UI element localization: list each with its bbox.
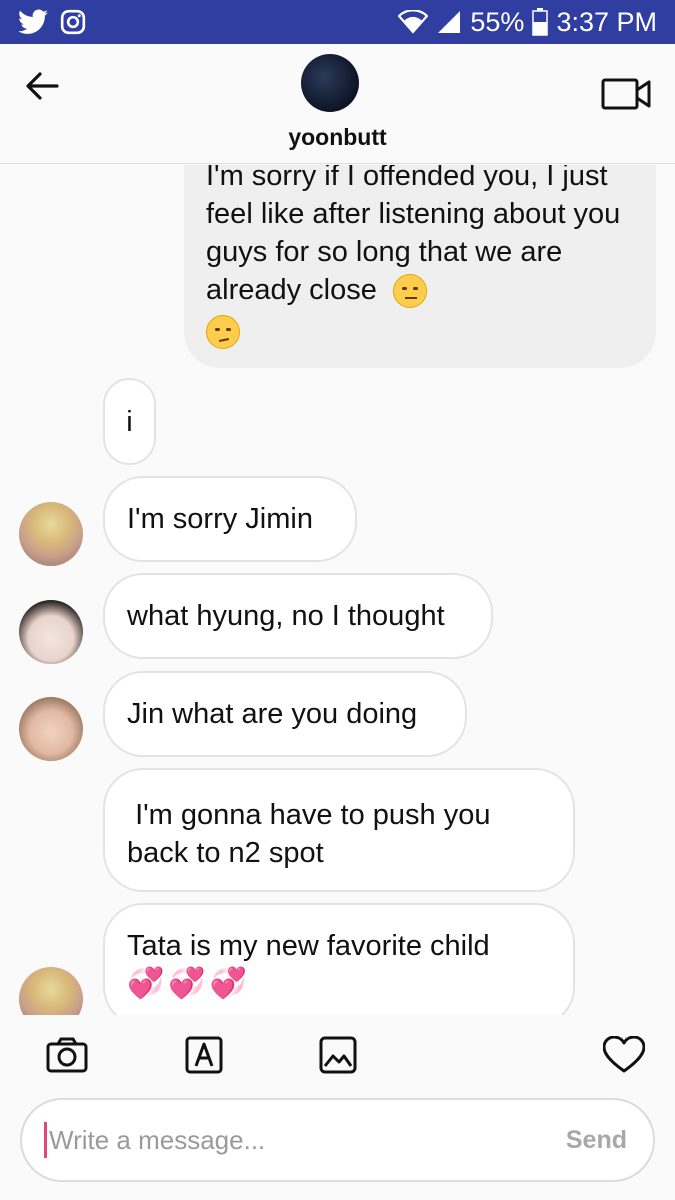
sender-avatar[interactable]	[19, 967, 83, 1015]
message-bubble-incoming[interactable]: Jin what are you doing	[103, 671, 467, 757]
status-bar-right: 55% 3:37 PM	[398, 7, 657, 38]
message-composer: Send	[20, 1098, 655, 1182]
back-arrow-icon	[26, 72, 59, 100]
camera-icon	[46, 1037, 88, 1073]
status-bar-left	[18, 9, 86, 35]
message-text: I'm sorry Jimin	[127, 503, 313, 535]
message-thread[interactable]: I'm sorry if I offended you, I just feel…	[0, 165, 675, 1015]
message-text: Tata is my new favorite child	[127, 930, 490, 962]
sender-avatar[interactable]	[19, 600, 83, 664]
cell-signal-icon	[436, 9, 462, 35]
pensive-face-emoji	[392, 274, 427, 309]
two-hearts-emoji: 💞	[127, 967, 165, 1000]
message-bubble-incoming[interactable]: i	[103, 378, 156, 465]
conversation-avatar[interactable]	[301, 54, 359, 112]
camera-button[interactable]	[45, 1035, 89, 1075]
twitter-icon	[18, 9, 48, 35]
message-bubble-incoming[interactable]: I'm sorry Jimin	[103, 476, 357, 562]
sticker-icon	[185, 1036, 223, 1074]
message-bubble-outgoing[interactable]: I'm sorry if I offended you, I just feel…	[184, 165, 656, 368]
message-input[interactable]	[49, 1124, 566, 1156]
text-cursor	[44, 1122, 47, 1158]
status-time: 3:37 PM	[556, 6, 657, 37]
video-call-button[interactable]	[600, 76, 652, 112]
video-camera-icon	[601, 78, 651, 110]
send-button[interactable]: Send	[566, 1126, 627, 1155]
battery-percent: 55%	[470, 6, 525, 37]
composer-toolbar	[0, 1015, 675, 1095]
gallery-button[interactable]	[316, 1035, 360, 1075]
wifi-icon	[398, 10, 429, 34]
worried-face-emoji	[206, 315, 240, 350]
message-text: Jin what are you doing	[127, 698, 418, 730]
back-button[interactable]	[22, 66, 62, 106]
battery-icon	[532, 8, 549, 36]
message-bubble-incoming[interactable]: what hyung, no I thought	[103, 573, 493, 659]
like-button[interactable]	[602, 1035, 646, 1075]
conversation-header: yoonbutt	[0, 44, 675, 164]
gallery-icon	[319, 1036, 357, 1074]
message-text: what hyung, no I thought	[127, 600, 445, 632]
sticker-button[interactable]	[182, 1035, 226, 1075]
conversation-username[interactable]: yoonbutt	[0, 124, 675, 151]
message-text: I'm gonna have to push you back to n2 sp…	[127, 799, 499, 869]
two-hearts-emoji: 💞	[209, 967, 248, 1000]
heart-icon	[603, 1036, 645, 1073]
two-hearts-emoji: 💞	[168, 967, 206, 1000]
message-bubble-incoming[interactable]: Tata is my new favorite child 💞 💞 💞	[103, 903, 575, 1015]
sender-avatar[interactable]	[19, 502, 83, 566]
message-text: i	[126, 405, 133, 438]
status-bar: 55% 3:37 PM	[0, 0, 675, 44]
sender-avatar[interactable]	[19, 697, 83, 761]
instagram-icon	[60, 9, 86, 35]
message-bubble-incoming[interactable]: I'm gonna have to push you back to n2 sp…	[103, 768, 575, 892]
